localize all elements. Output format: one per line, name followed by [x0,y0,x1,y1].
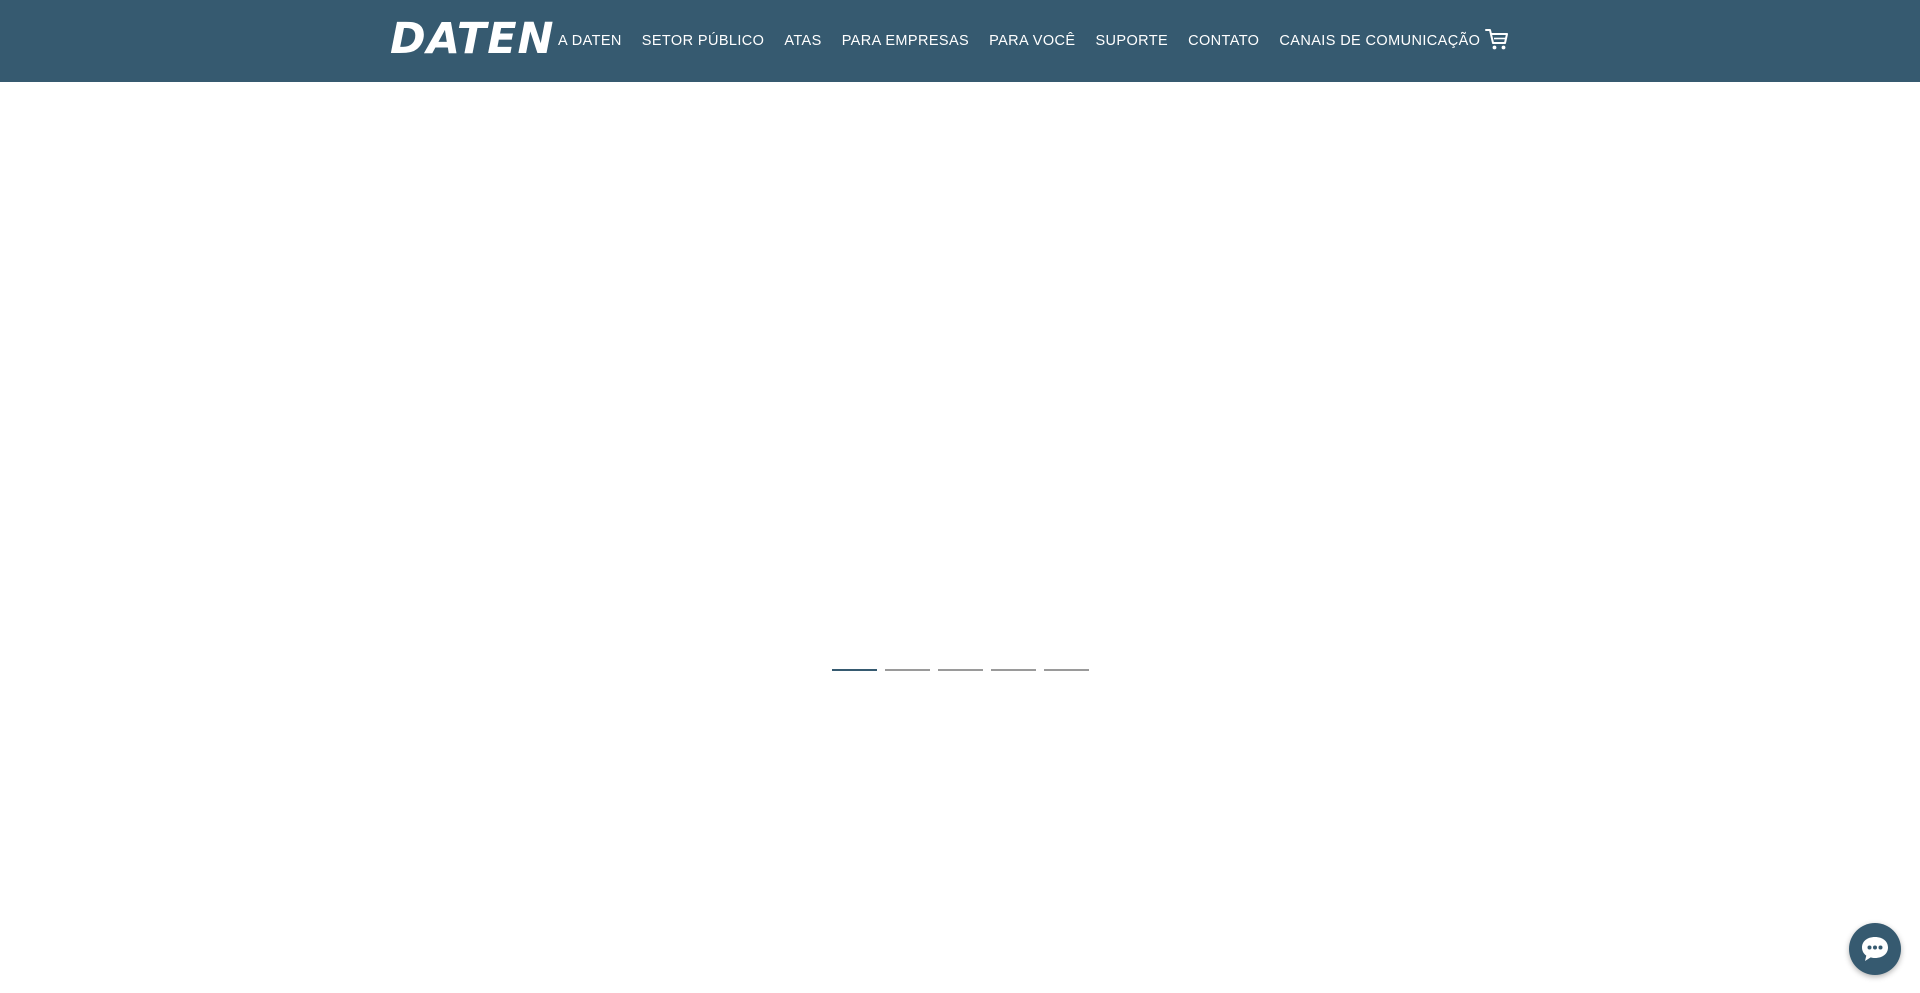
chat-button[interactable] [1849,923,1901,975]
nav-item-a-daten[interactable]: A DATEN [558,33,622,49]
slider-dot-1[interactable] [832,669,877,671]
cart-icon[interactable] [1484,26,1512,54]
chat-bubble-icon [1862,937,1888,961]
hero-slider [0,82,1920,993]
slider-pagination [832,669,1097,671]
nav-item-canais-de-comunicacao[interactable]: CANAIS DE COMUNICAÇÃO [1279,33,1480,49]
nav-item-para-voce[interactable]: PARA VOCÊ [989,33,1075,49]
slider-dot-3[interactable] [938,669,983,671]
slider-dot-5[interactable] [1044,669,1089,671]
nav-item-setor-publico[interactable]: SETOR PÚBLICO [642,33,765,49]
nav-item-atas[interactable]: ATAS [784,33,821,49]
slider-dot-4[interactable] [991,669,1036,671]
nav-item-para-empresas[interactable]: PARA EMPRESAS [842,33,969,49]
main-nav: A DATEN SETOR PÚBLICO ATAS PARA EMPRESAS… [558,0,1500,82]
slider-dot-2[interactable] [885,669,930,671]
site-header: DATEN A DATEN SETOR PÚBLICO ATAS PARA EM… [0,0,1920,82]
daten-logo[interactable]: DATEN [390,14,555,64]
nav-item-contato[interactable]: CONTATO [1188,33,1259,49]
nav-item-suporte[interactable]: SUPORTE [1095,33,1168,49]
